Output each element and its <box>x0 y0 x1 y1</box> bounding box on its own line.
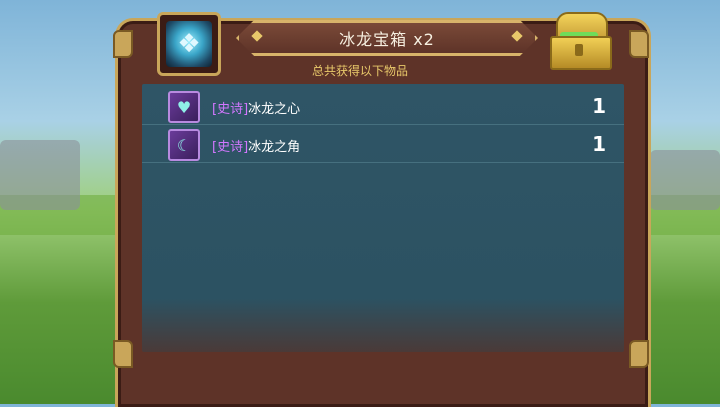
background-ruin-left <box>0 140 80 210</box>
banner-gem-icon <box>251 30 263 42</box>
list-item: ☾ [史诗]冰龙之角 1 <box>142 126 624 163</box>
banner-gem-icon <box>511 30 523 42</box>
panel-corner-ornament <box>113 340 133 368</box>
item-count: 1 <box>592 94 606 118</box>
list-item: ♥ [史诗]冰龙之心 1 <box>142 88 624 125</box>
background-ruin-right <box>650 150 720 210</box>
item-name: [史诗]冰龙之心 <box>212 102 301 117</box>
ice-horn-icon: ☾ <box>168 129 200 161</box>
item-count: 1 <box>592 132 606 156</box>
panel-corner-ornament <box>629 30 649 58</box>
title-banner: 冰龙宝箱 x2 <box>236 20 538 56</box>
dialog-subtitle: 总共获得以下物品 <box>311 64 408 78</box>
reward-list: ♥ [史诗]冰龙之心 1 ☾ [史诗]冰龙之角 1 <box>142 84 624 352</box>
ice-dragon-chest-icon: ❖ <box>166 21 212 67</box>
item-name: [史诗]冰龙之角 <box>212 140 301 155</box>
panel-corner-ornament <box>629 340 649 368</box>
panel-corner-ornament <box>113 30 133 58</box>
dialog-title: 冰龙宝箱 x2 <box>339 30 435 49</box>
ice-heart-icon: ♥ <box>168 91 200 123</box>
